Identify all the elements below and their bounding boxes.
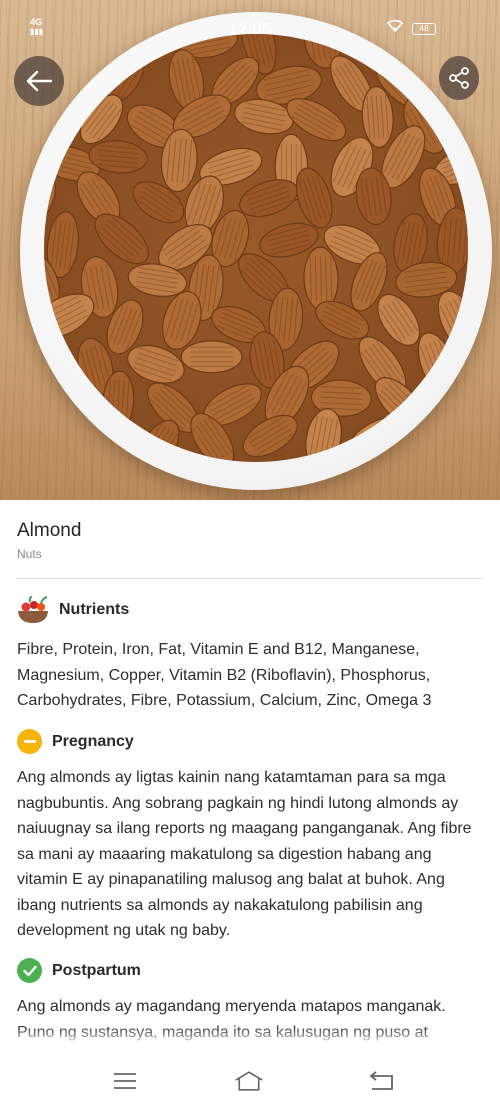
back-nav-button[interactable] — [367, 1068, 397, 1094]
almonds-image — [44, 34, 468, 462]
divider — [17, 578, 483, 579]
almond-pile — [44, 34, 468, 462]
home-button[interactable] — [234, 1068, 264, 1094]
share-icon — [449, 67, 469, 89]
back-button[interactable] — [14, 56, 64, 106]
wifi-icon — [386, 19, 404, 35]
hero-image — [0, 0, 500, 500]
postpartum-header: Postpartum — [17, 958, 141, 983]
arrow-left-icon — [26, 70, 53, 92]
check-circle-icon — [17, 958, 42, 983]
pregnancy-text: Ang almonds ay ligtas kainin nang katamt… — [17, 769, 472, 939]
almond — [180, 340, 243, 374]
battery-level: 48 — [419, 24, 429, 33]
food-title: Almond — [17, 520, 82, 541]
pregnancy-header: Pregnancy — [17, 729, 134, 754]
almond — [44, 106, 70, 147]
system-nav-bar — [0, 1050, 500, 1111]
home-icon — [235, 1071, 263, 1091]
share-button[interactable] — [439, 56, 479, 100]
almond — [303, 246, 339, 311]
nutrients-text: Fibre, Protein, Iron, Fat, Vitamin E and… — [17, 641, 432, 709]
back-nav-icon — [369, 1071, 393, 1090]
nutrients-header: Nutrients — [17, 596, 129, 624]
almond — [405, 425, 464, 462]
menu-icon — [114, 1073, 136, 1089]
minus-circle-icon — [17, 729, 42, 754]
food-category: Nuts — [17, 547, 42, 561]
nutrients-title: Nutrients — [59, 601, 130, 618]
postpartum-text: Ang almonds ay magandang meryenda matapo… — [17, 998, 446, 1041]
menu-button[interactable] — [110, 1068, 140, 1094]
status-bar: 4G ▮▮▮ 12:05 48 — [0, 0, 500, 40]
food-basket-icon — [18, 596, 48, 623]
pregnancy-title: Pregnancy — [52, 732, 134, 750]
postpartum-title: Postpartum — [52, 961, 141, 979]
battery-icon: 48 — [412, 23, 436, 35]
